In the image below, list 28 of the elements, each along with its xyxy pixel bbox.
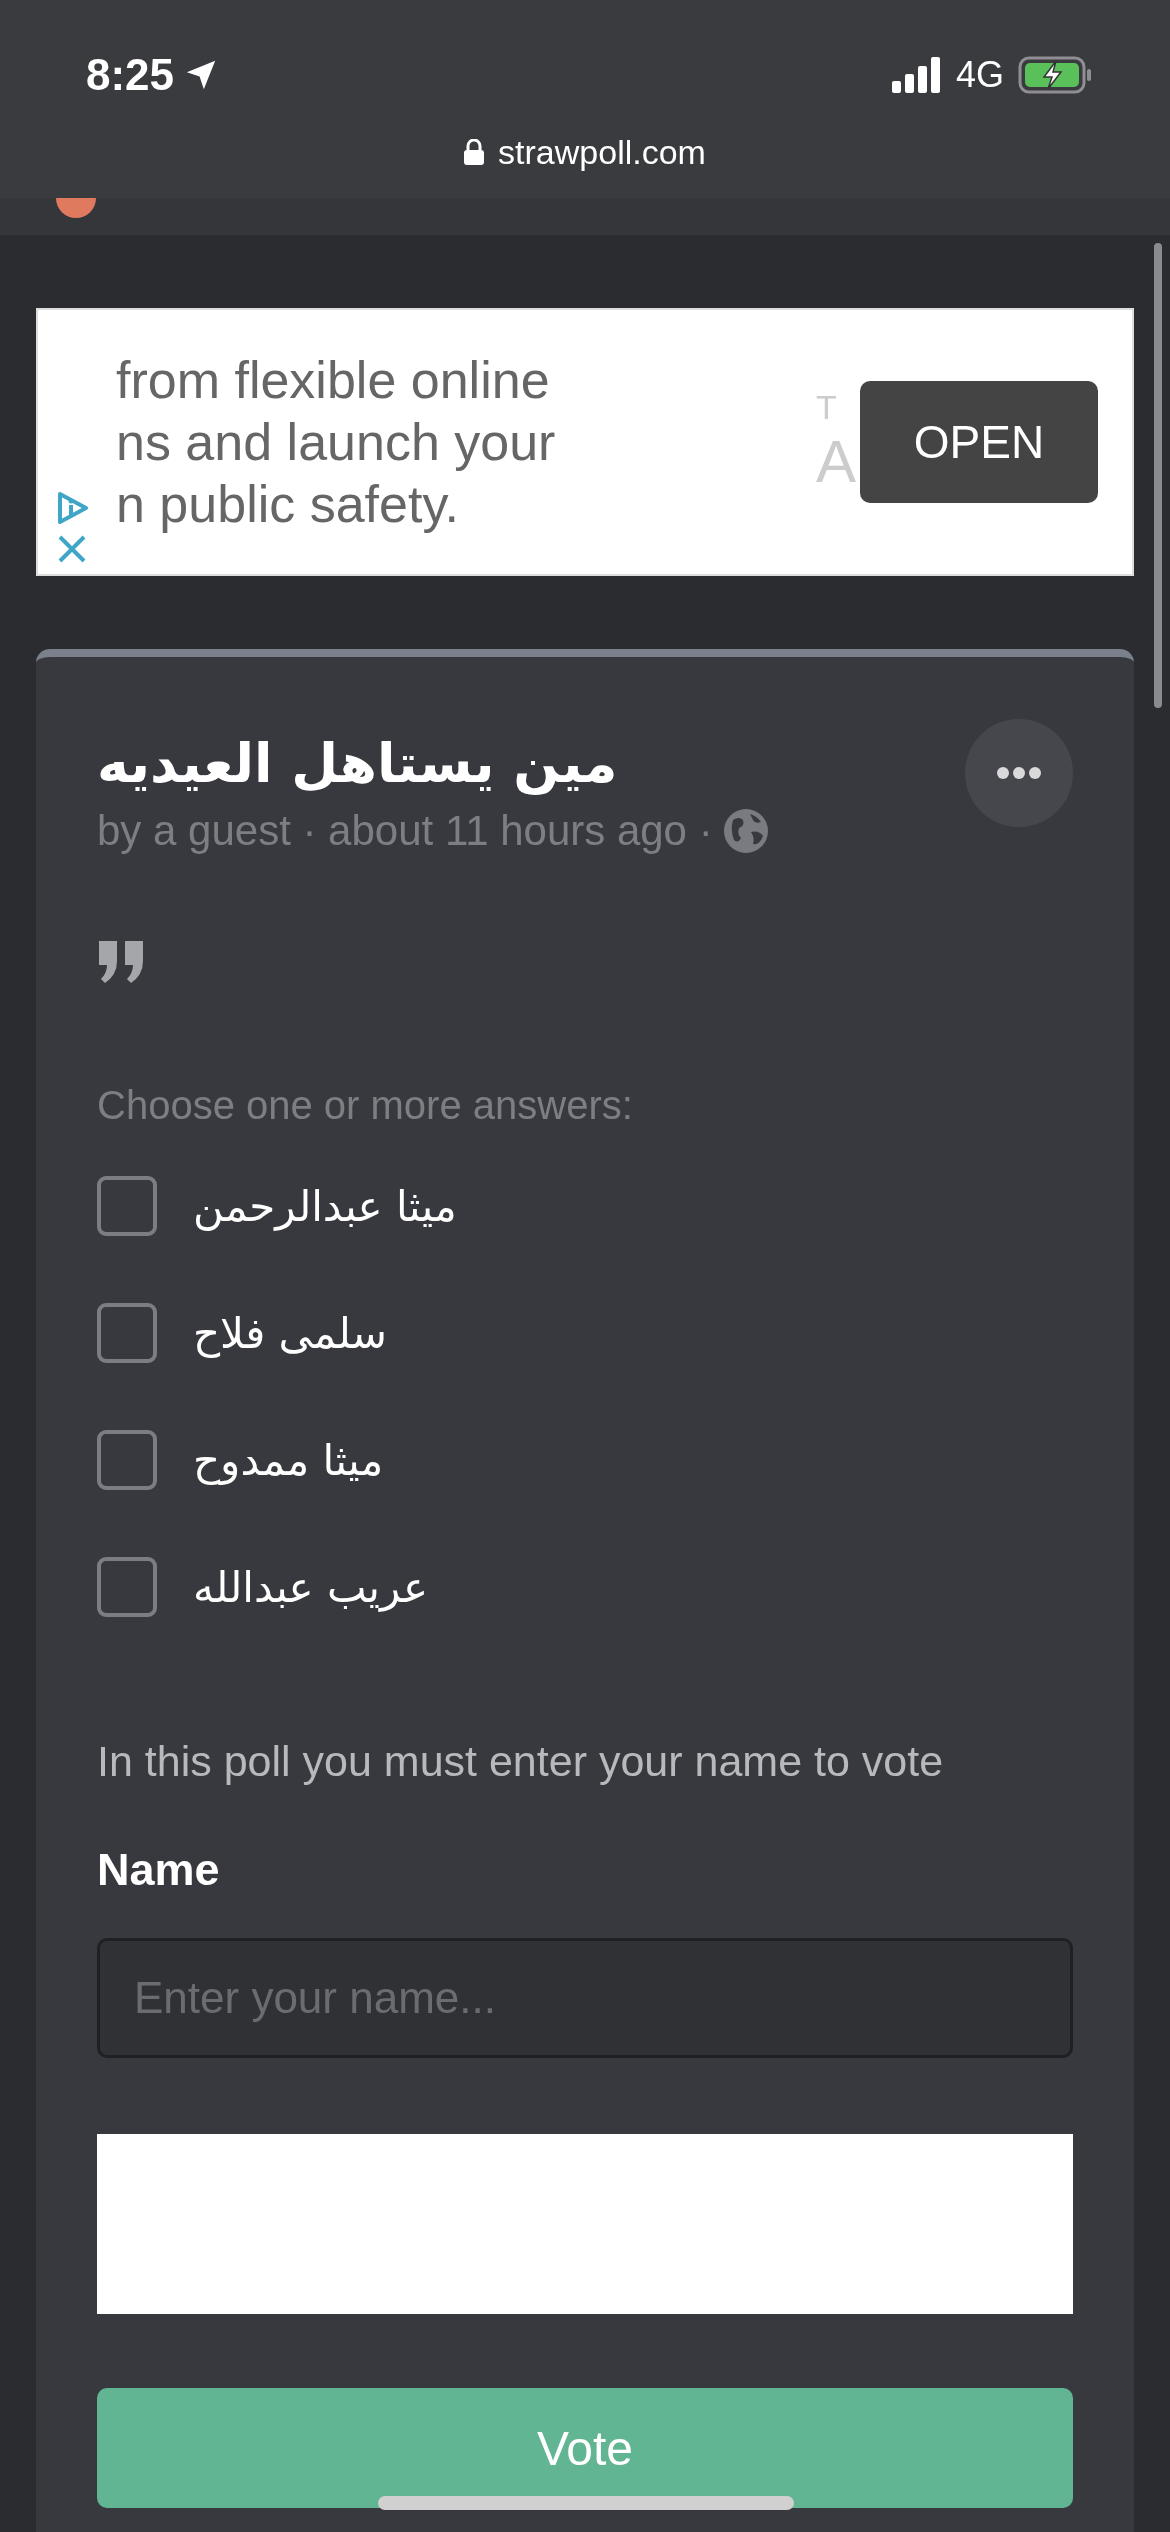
signal-icon — [891, 57, 942, 93]
poll-title: مين يستاهل العيديه — [97, 731, 619, 797]
open-button[interactable]: OPEN — [860, 381, 1098, 503]
ad-text: n public safety. — [116, 475, 460, 533]
ad-text: from flexible online — [116, 351, 551, 409]
option-label[interactable]: عريب عبدالله — [193, 1562, 429, 1612]
poll-meta: by a guest · about 11 hours ago · — [97, 807, 713, 855]
checkbox[interactable] — [97, 1303, 157, 1363]
checkbox[interactable] — [97, 1176, 157, 1236]
ad-text: ns and launch your — [116, 413, 556, 471]
scrollbar[interactable] — [1154, 243, 1162, 708]
checkbox[interactable] — [97, 1430, 157, 1490]
notice-text: In this poll you must enter your name to vote — [97, 1737, 945, 1786]
option-label[interactable]: ميثا ممدوح — [193, 1435, 384, 1485]
prompt-text: Choose one or more answers: — [97, 1083, 634, 1128]
option-label[interactable]: ميثا عبدالرحمن — [193, 1181, 457, 1231]
lock-icon — [464, 139, 485, 165]
checkbox[interactable] — [97, 1557, 157, 1617]
option-label[interactable]: سلمى فلاح — [193, 1308, 387, 1358]
field-label: Name — [97, 1844, 221, 1896]
name-input-field[interactable]: Enter your name... — [97, 1938, 1073, 2058]
ellipsis-icon — [996, 766, 1042, 780]
battery-charging-icon — [1018, 56, 1092, 94]
globe-icon — [722, 808, 769, 854]
clock-time: 8:25 — [86, 50, 175, 100]
url-text[interactable]: strawpoll.com — [498, 132, 706, 172]
network-label: 4G — [955, 54, 1004, 96]
close-icon[interactable] — [57, 534, 87, 564]
